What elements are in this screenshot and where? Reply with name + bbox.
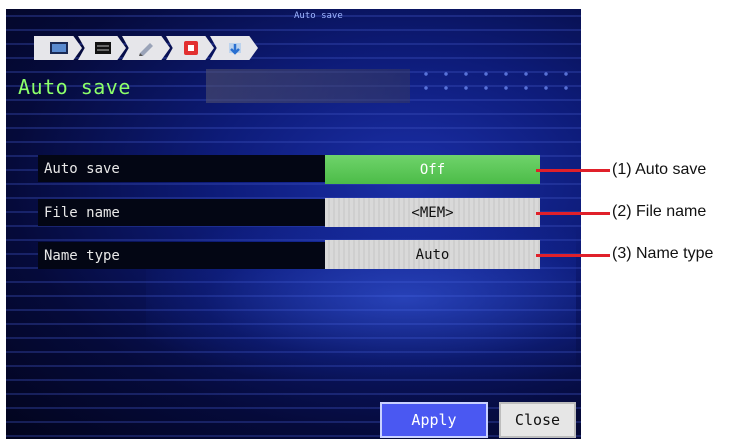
background-dots — [416, 67, 576, 97]
breadcrumb — [34, 19, 364, 60]
monitor-icon — [50, 42, 68, 54]
close-button[interactable]: Close — [499, 402, 576, 438]
breadcrumb-item-record[interactable] — [166, 36, 214, 60]
breadcrumb-item-display[interactable] — [78, 36, 126, 60]
breadcrumb-item-edit[interactable] — [122, 36, 170, 60]
callout-line-file-name — [536, 212, 610, 215]
callout-name-type: (3) Name type — [612, 245, 714, 262]
name-type-label: Name type — [38, 242, 334, 269]
apply-button[interactable]: Apply — [380, 402, 488, 438]
callout-line-auto-save — [536, 169, 610, 172]
auto-save-toggle-button[interactable]: Off — [325, 155, 540, 184]
display-icon — [95, 42, 111, 54]
pencil-icon — [139, 43, 153, 56]
name-type-button[interactable]: Auto — [325, 240, 540, 269]
breadcrumb-caption: Auto save — [294, 11, 343, 21]
file-name-label: File name — [38, 199, 334, 226]
record-stop-icon — [184, 41, 198, 55]
callout-line-name-type — [536, 254, 610, 257]
auto-save-label: Auto save — [38, 155, 334, 182]
title-strip — [206, 69, 410, 103]
page-title: Auto save — [18, 75, 131, 99]
callout-file-name: (2) File name — [612, 203, 707, 220]
breadcrumb-item-auto-save[interactable] — [210, 36, 258, 60]
auto-save-arrow-icon — [229, 43, 241, 55]
breadcrumb-item-monitor[interactable] — [34, 36, 82, 60]
file-name-button[interactable]: <MEM> — [325, 198, 540, 227]
callout-auto-save: (1) Auto save — [612, 161, 707, 178]
